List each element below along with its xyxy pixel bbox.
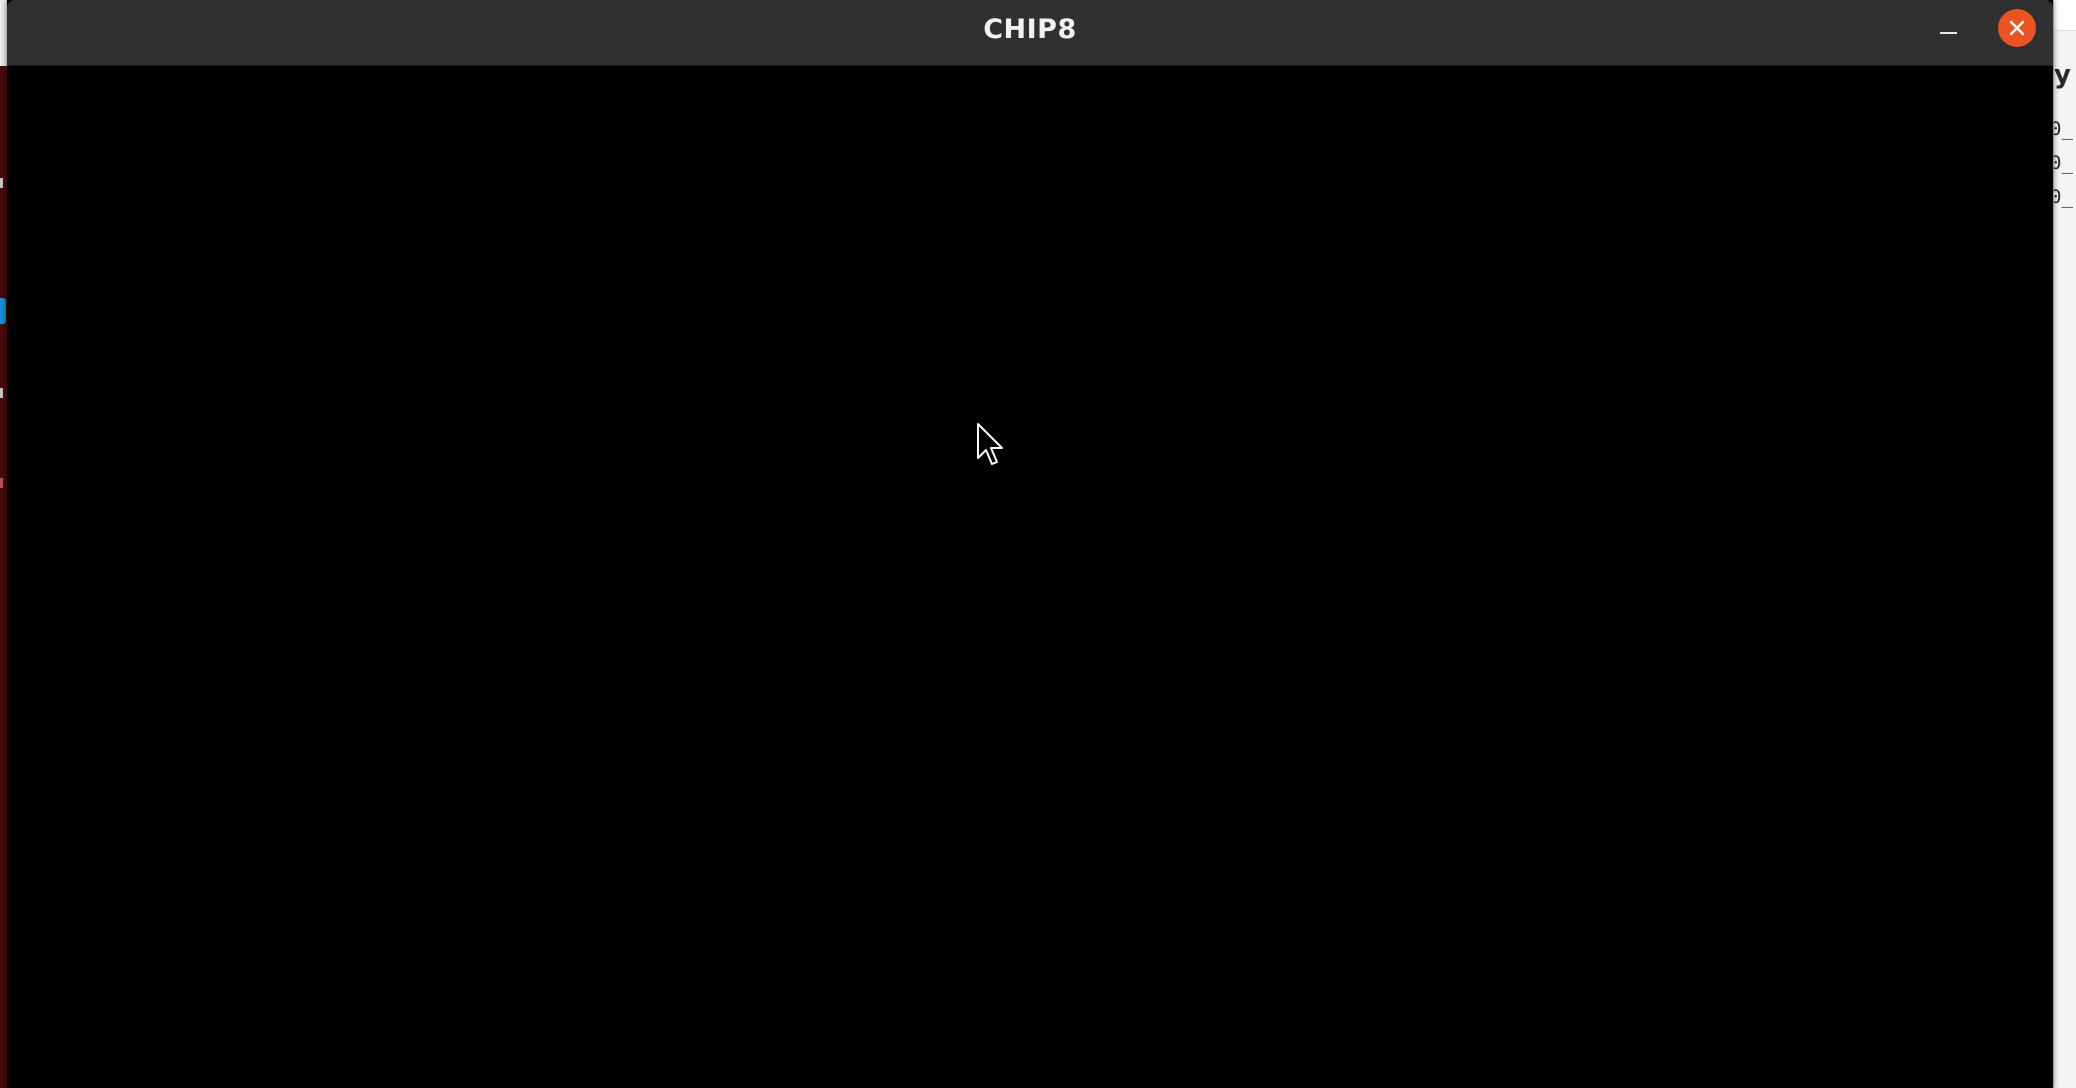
background-text-fragment: 0_: [2054, 186, 2073, 208]
background-mark: [0, 388, 3, 398]
close-button[interactable]: [1998, 9, 2036, 47]
minimize-icon: [1940, 32, 1957, 34]
background-text-fragment: y: [2054, 60, 2071, 90]
background-window-right-titlebar: [2054, 0, 2076, 31]
background-selected-indicator: [0, 298, 6, 324]
minimize-button[interactable]: [1929, 12, 1967, 50]
background-window-left-titlebar: [0, 0, 7, 66]
background-window-left: [0, 0, 7, 1088]
background-text-fragment: 0_: [2054, 118, 2073, 140]
emulator-display[interactable]: [7, 66, 2053, 1088]
background-mark: [0, 178, 3, 188]
background-text-fragment: 0_: [2054, 152, 2073, 174]
chip8-window: CHIP8: [7, 0, 2053, 1088]
mouse-pointer-icon: [977, 423, 1003, 465]
background-mark: [0, 478, 3, 488]
window-title: CHIP8: [983, 14, 1077, 45]
window-titlebar[interactable]: CHIP8: [7, 0, 2053, 66]
close-icon: [2009, 20, 2025, 36]
background-window-right: y 0_ 0_ 0_: [2053, 0, 2076, 1088]
